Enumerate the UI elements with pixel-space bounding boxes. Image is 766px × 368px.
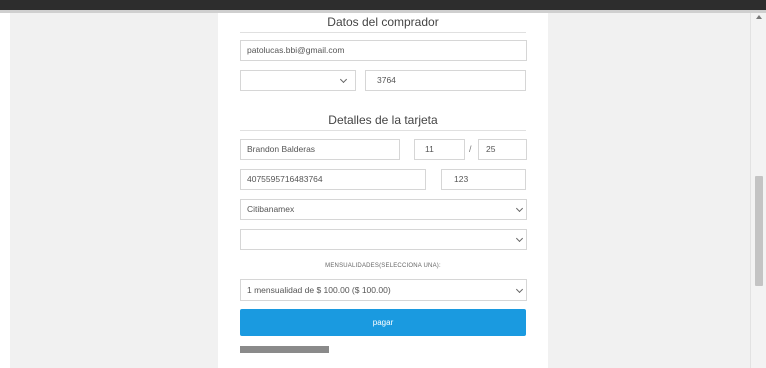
buyer-section-divider	[240, 32, 526, 33]
checkout-form: Datos del comprador patolucas.bbi@gmail.…	[218, 13, 548, 368]
scrollbar-thumb[interactable]	[755, 176, 763, 286]
card-section-divider	[240, 130, 526, 131]
chevron-down-icon	[515, 285, 524, 294]
scroll-up-arrow-icon[interactable]	[756, 15, 762, 19]
browser-top-bar	[0, 0, 766, 10]
installments-label: MENSUALIDADES(SELECCIONA UNA):	[325, 263, 441, 269]
loading-bar	[240, 346, 329, 353]
card-number-field[interactable]: 4075595716483764	[240, 169, 426, 190]
expiration-year-field[interactable]: 25	[478, 139, 527, 160]
installments-value: 1 mensualidad de $ 100.00 ($ 100.00)	[247, 285, 391, 295]
buyer-section-title: Datos del comprador	[327, 15, 439, 29]
issuer-value: Citibanamex	[247, 204, 295, 214]
chevron-down-icon	[515, 204, 524, 213]
chevron-down-icon	[515, 234, 524, 243]
email-field[interactable]: patolucas.bbi@gmail.com	[240, 40, 527, 61]
installments-select[interactable]: 1 mensualidad de $ 100.00 ($ 100.00)	[240, 279, 527, 301]
cardholder-name-field[interactable]: Brandon Balderas	[240, 139, 400, 160]
left-edge-strip	[0, 13, 10, 368]
expiration-separator: /	[469, 144, 472, 154]
pay-button[interactable]: pagar	[240, 309, 526, 336]
security-code-field[interactable]: 123	[441, 169, 526, 190]
payment-method-select[interactable]	[240, 229, 527, 250]
vertical-scrollbar[interactable]	[750, 13, 766, 368]
chevron-down-icon	[339, 75, 348, 84]
document-type-select[interactable]	[240, 70, 356, 91]
issuer-select[interactable]: Citibanamex	[240, 199, 527, 220]
card-section-title: Detalles de la tarjeta	[328, 113, 438, 127]
expiration-month-field[interactable]: 11	[414, 139, 465, 160]
document-number-field[interactable]: 3764	[365, 70, 526, 91]
